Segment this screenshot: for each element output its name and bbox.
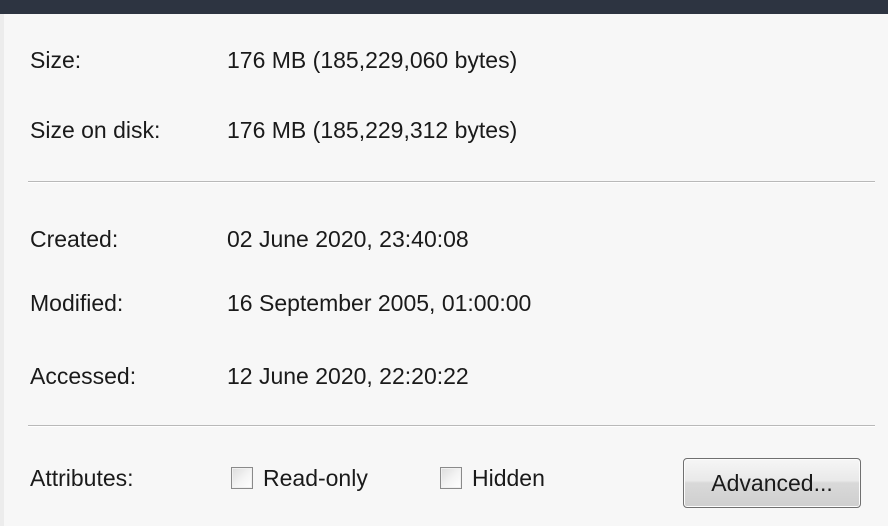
size-label: Size: [30,47,82,73]
modified-label: Modified: [30,290,124,316]
section-divider [28,181,875,183]
accessed-label: Accessed: [30,363,137,389]
hidden-checkbox[interactable] [440,467,462,489]
hidden-label[interactable]: Hidden [472,463,545,493]
section-divider [28,425,875,427]
attributes-label: Attributes: [30,465,134,491]
hidden-checkbox-row[interactable]: Hidden [440,463,545,493]
created-label: Created: [30,226,119,252]
modified-value: 16 September 2005, 01:00:00 [227,290,532,316]
size-on-disk-label: Size on disk: [30,117,161,143]
dialog-left-edge [0,14,4,526]
read-only-checkbox[interactable] [231,467,253,489]
size-value: 176 MB (185,229,060 bytes) [227,47,518,73]
created-value: 02 June 2020, 23:40:08 [227,226,469,252]
read-only-checkbox-row[interactable]: Read-only [231,463,368,493]
size-on-disk-value: 176 MB (185,229,312 bytes) [227,117,518,143]
advanced-button[interactable]: Advanced... [683,458,861,508]
read-only-label[interactable]: Read-only [263,463,368,493]
window-title-bar [0,0,888,14]
file-properties-dialog: Size: 176 MB (185,229,060 bytes) Size on… [0,0,888,526]
accessed-value: 12 June 2020, 22:20:22 [227,363,469,389]
